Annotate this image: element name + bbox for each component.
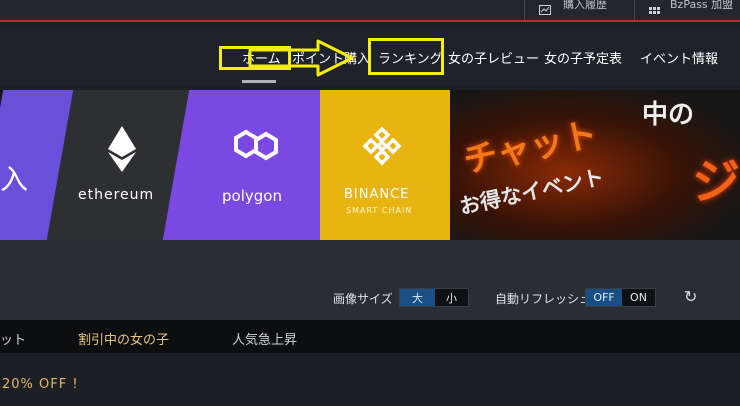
ethereum-label: ethereum <box>78 187 155 203</box>
binance-sub-label: SMART CHAIN <box>346 206 413 215</box>
refresh-icon[interactable]: ↻ <box>684 287 697 306</box>
bzpass-link[interactable]: BzPass 加盟 <box>634 0 740 20</box>
grid-icon <box>649 6 660 14</box>
promo-banner[interactable]: 入 ethereum polygon BINANCE SMART CHAIN チ… <box>0 90 740 240</box>
purchase-history-label: 購入履歴 <box>563 0 607 11</box>
nav-item-event-info[interactable]: イベント情報 <box>640 48 718 67</box>
auto-refresh-off-option[interactable]: OFF <box>586 289 622 306</box>
sale-badge-text: 20% OFF ! <box>2 377 79 392</box>
history-icon <box>539 5 551 15</box>
nav-item-girl-schedule[interactable]: 女の子予定表 <box>544 48 622 67</box>
image-size-large-option[interactable]: 大 <box>400 289 435 306</box>
event-title-fragment: ジ <box>692 154 740 210</box>
auto-refresh-toggle[interactable]: OFF ON <box>585 288 656 307</box>
auto-refresh-on-option[interactable]: ON <box>622 289 655 306</box>
top-utility-bar: 購入履歴 BzPass 加盟 <box>0 0 740 22</box>
banner-fragment-text: 入 <box>0 163 29 196</box>
highlight-arrow-icon <box>248 39 354 77</box>
auto-refresh-label: 自動リフレッシュ <box>495 292 592 306</box>
nav-active-underline <box>242 80 276 83</box>
list-controls-bar <box>0 240 740 320</box>
polygon-label: polygon <box>222 187 282 205</box>
image-size-label: 画像サイズ <box>333 292 393 306</box>
polygon-logo-icon <box>234 129 278 161</box>
nav-item-girl-review[interactable]: 女の子レビュー <box>448 48 539 67</box>
highlight-box-ranking <box>368 38 444 75</box>
event-title-suffix: 中の <box>642 100 695 130</box>
image-size-toggle[interactable]: 大 小 <box>399 288 469 307</box>
purchase-history-link[interactable]: 購入履歴 <box>524 0 634 20</box>
tab-discounted-girls[interactable]: 割引中の女の子 <box>78 329 169 348</box>
tab-trending[interactable]: 人気急上昇 <box>232 329 297 348</box>
binance-label: BINANCE <box>344 187 410 202</box>
ethereum-logo-icon <box>108 126 136 172</box>
image-size-small-option[interactable]: 小 <box>435 289 468 306</box>
tab-partial[interactable]: ット <box>0 329 26 348</box>
content-area <box>0 353 740 406</box>
bzpass-label: BzPass 加盟 <box>670 0 734 11</box>
binance-logo-icon <box>362 126 402 166</box>
